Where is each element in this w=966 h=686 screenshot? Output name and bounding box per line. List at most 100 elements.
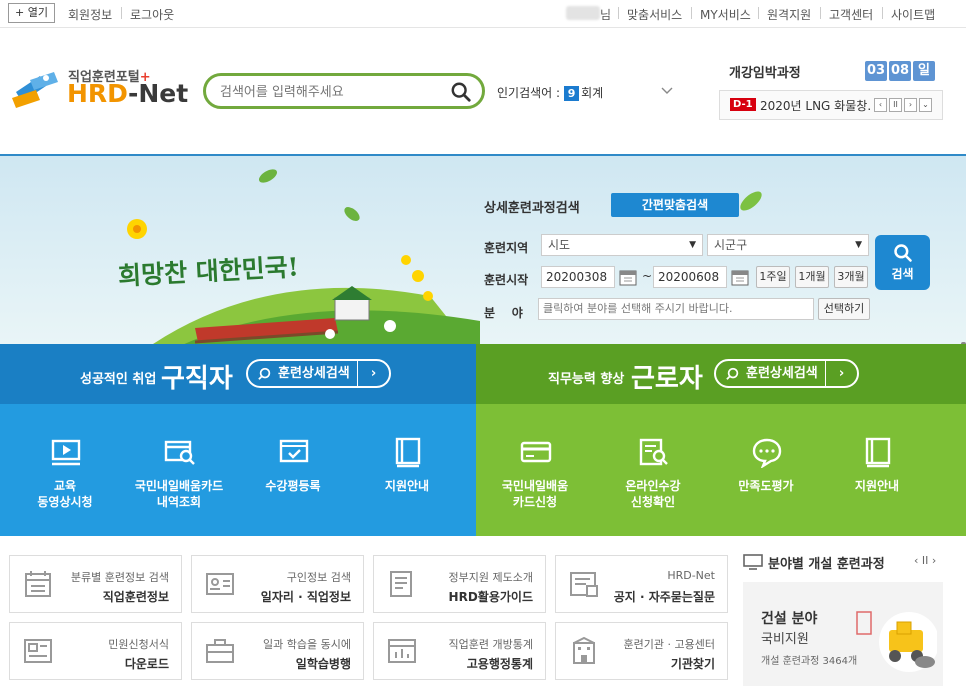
excavator-illustration — [856, 611, 937, 672]
link-card-form-download[interactable]: 민원신청서식 다운로드 — [9, 622, 182, 680]
select-field-button[interactable]: 선택하기 — [818, 298, 870, 320]
count-digit: 08 — [889, 61, 911, 81]
worker-tiles: 국민내일배움 카드신청 온라인수강 신청확인 만족도평가 지원안내 — [476, 404, 966, 536]
jobseeker-band: 성공적인 취업 구직자 훈련상세검색 › — [0, 344, 476, 404]
worker-title: 근로자 — [631, 364, 703, 394]
username-redacted — [566, 6, 600, 20]
region-label: 훈련지역 — [484, 241, 529, 255]
divider — [121, 7, 122, 19]
logo-wordmark: HRD-Net — [67, 79, 189, 108]
period-1week-button[interactable]: 1주일 — [756, 266, 790, 288]
monitor-check-icon — [279, 439, 309, 463]
simple-search-button[interactable]: 간편맞춤검색 — [611, 193, 739, 217]
start-date-label: 훈련시작 — [484, 273, 529, 287]
tile-card-apply[interactable]: 국민내일배움 카드신청 — [476, 404, 594, 536]
opening-soon-title: 개강임박과정 — [729, 66, 801, 81]
jobseeker-tiles: 교육 동영상시청 국민내일배움카드 내역조회 수강평등록 지원안내 — [0, 404, 476, 536]
site-header: 직업훈련포털+ HRD-Net 인기검색어 :9회계 개강임박과정 03 08 … — [0, 28, 966, 154]
pause-icon[interactable]: II — [889, 98, 902, 112]
d-day-badge: D-1 — [730, 98, 756, 111]
link-card-training-info[interactable]: 분류별 훈련정보 검색 직업훈련정보 — [9, 555, 182, 613]
tile-card-history[interactable]: 국민내일배움카드 내역조회 — [120, 404, 238, 536]
chat-bubble-icon — [752, 438, 782, 468]
chevron-down-icon[interactable] — [660, 84, 674, 98]
period-1month-button[interactable]: 1개월 — [795, 266, 829, 288]
field-input[interactable]: 클릭하여 분야를 선택해 주시기 바랍니다. — [538, 298, 814, 320]
detail-search-title: 상세훈련과정검색 — [484, 201, 580, 216]
carousel-controls[interactable]: ‹ II › — [914, 554, 936, 567]
prev-icon[interactable]: ‹ — [874, 98, 887, 112]
video-player-icon — [51, 439, 81, 466]
count-unit: 일 — [913, 61, 935, 81]
remote-support-link[interactable]: 원격지원 — [767, 6, 811, 23]
id-card-icon — [206, 573, 234, 595]
search-button-label: 검색 — [891, 267, 914, 281]
monitor-icon — [743, 554, 763, 570]
next-icon[interactable]: › — [904, 98, 917, 112]
date-from-input[interactable]: 20200308 — [541, 266, 615, 288]
customer-center-link[interactable]: 고객센터 — [829, 6, 873, 23]
logout-link[interactable]: 로그아웃 — [130, 6, 174, 23]
tile-support-guide[interactable]: 지원안내 — [348, 404, 466, 536]
calendar-icon[interactable] — [619, 268, 637, 286]
dropdown-arrow-icon: ▼ — [855, 240, 862, 250]
opening-course-link[interactable]: 2020년 LNG 화물창… — [760, 97, 872, 114]
tile-satisfaction-survey[interactable]: 만족도평가 — [707, 404, 825, 536]
tile-review-register[interactable]: 수강평등록 — [234, 404, 352, 536]
divider — [618, 7, 619, 19]
tile-video-lecture[interactable]: 교육 동영상시청 — [6, 404, 124, 536]
link-card-notice-faq[interactable]: HRD-Net 공지 · 자주묻는질문 — [555, 555, 728, 613]
date-to-input[interactable]: 20200608 — [653, 266, 727, 288]
custom-service-link[interactable]: 맞춤서비스 — [627, 6, 682, 23]
popular-label: 인기검색어 : — [497, 86, 561, 100]
search-icon[interactable] — [450, 81, 472, 103]
link-card-job-info[interactable]: 구인정보 검색 일자리 · 직업정보 — [191, 555, 364, 613]
search-input[interactable] — [220, 82, 440, 102]
briefcase-icon — [206, 639, 234, 663]
document-search-icon — [639, 438, 668, 466]
jobseeker-detail-search-button[interactable]: 훈련상세검색 › — [246, 359, 391, 388]
open-quick-menu-button[interactable]: + 열기 — [8, 3, 55, 23]
tile-online-enroll-check[interactable]: 온라인수강 신청확인 — [594, 404, 712, 536]
guide-book-icon — [865, 437, 891, 468]
field-name: 건설 분야 — [761, 611, 818, 627]
link-card-work-learning[interactable]: 일과 학습을 동시에 일학습병행 — [191, 622, 364, 680]
tile-worker-support-guide[interactable]: 지원안내 — [818, 404, 936, 536]
divider — [882, 7, 883, 19]
search-icon — [258, 367, 271, 380]
field-courses-title: 분야별 개설 훈련과정 — [768, 557, 885, 572]
link-card-hrd-guide[interactable]: 정부지원 제도소개 HRD활용가이드 — [373, 555, 546, 613]
top-utility-bar: + 열기 회원정보 로그아웃 님 맞춤서비스 MY서비스 원격지원 고객센터 사… — [0, 0, 966, 28]
form-download-icon — [24, 639, 52, 663]
chevron-right-icon: › — [357, 361, 389, 386]
my-service-link[interactable]: MY서비스 — [700, 6, 751, 23]
sigungu-select[interactable]: 시군구 ▼ — [707, 234, 869, 256]
chevron-down-icon[interactable]: ⌄ — [919, 98, 932, 112]
calendar-list-icon — [25, 571, 51, 597]
divider — [758, 7, 759, 19]
field-course-card[interactable]: 건설 분야 국비지원 개설 훈련과정 3464개 — [743, 582, 943, 686]
field-course-count: 개설 훈련과정 3464개 — [761, 656, 858, 667]
field-support: 국비지원 — [761, 632, 809, 647]
date-range-tilde: ~ — [642, 269, 653, 283]
hrd-net-logo[interactable]: 직업훈련포털+ HRD-Net — [10, 64, 190, 114]
chevron-right-icon: › — [825, 361, 857, 386]
member-info-link[interactable]: 회원정보 — [68, 6, 112, 23]
user-suffix: 님 — [600, 8, 612, 22]
worker-detail-search-button[interactable]: 훈련상세검색 › — [714, 359, 859, 388]
detail-search-button[interactable]: 검색 — [875, 235, 930, 290]
period-3month-button[interactable]: 3개월 — [834, 266, 868, 288]
leaf-decoration — [740, 191, 762, 211]
bar-stats-icon — [388, 639, 416, 663]
search-icon — [726, 367, 739, 380]
popular-term-link[interactable]: 회계 — [581, 86, 603, 100]
link-card-find-institution[interactable]: 훈련기관 · 고용센터 기관찾기 — [555, 622, 728, 680]
jobseeker-title: 구직자 — [161, 364, 233, 394]
link-card-employment-stats[interactable]: 직업훈련 개방통계 고용행정통계 — [373, 622, 546, 680]
calendar-icon[interactable] — [731, 268, 749, 286]
notice-board-icon — [570, 572, 598, 597]
sido-select[interactable]: 시도 ▼ — [541, 234, 703, 256]
field-label: 분 야 — [484, 306, 523, 320]
sitemap-link[interactable]: 사이트맵 — [891, 6, 935, 23]
worker-tagline: 직무능력 향상 — [548, 372, 625, 387]
